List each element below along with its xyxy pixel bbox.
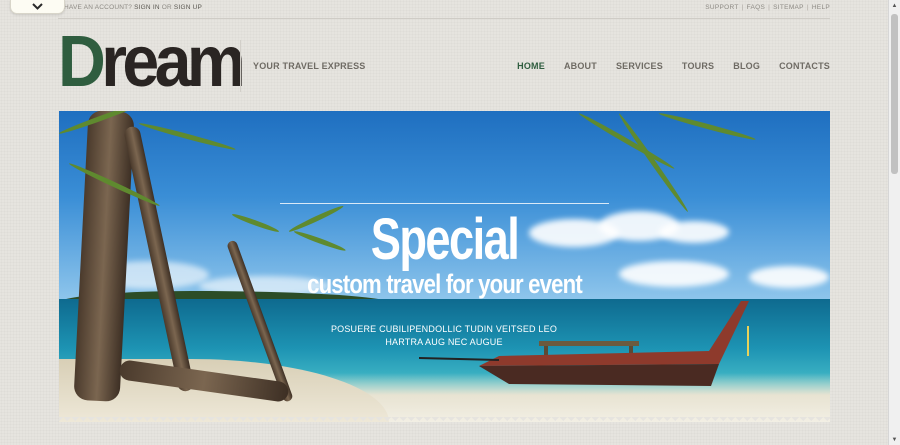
headline-rule [280,203,609,204]
scroll-down-arrow-icon[interactable]: ▼ [889,434,900,445]
logo-text: ream [101,22,246,102]
hero-title: Special [370,207,520,272]
or-text: OR [161,4,172,11]
site-tagline: YOUR TRAVEL EXPRESS [253,61,366,71]
site-logo[interactable]: Dream [58,26,246,98]
logo-initial: D [58,22,106,102]
hero-zigzag-edge [59,417,830,422]
nav-item-contacts[interactable]: CONTACTS [779,61,830,71]
nav-item-blog[interactable]: BLOG [733,61,760,71]
support-link[interactable]: SUPPORT [705,4,738,11]
nav-item-services[interactable]: SERVICES [616,61,663,71]
hero-body-line: POSUERE CUBILIPENDOLLIC TUDIN VEITSED LE… [330,324,558,334]
page-background: HAVE AN ACCOUNT? SIGN IN OR SIGN UP SUPP… [0,0,888,445]
hero-body-line: HARTRA AUG NEC AUGUE [385,337,503,347]
scroll-up-arrow-icon[interactable]: ▲ [889,0,900,11]
faqs-link[interactable]: FAQS [747,4,766,11]
boat-illustration [419,301,749,386]
scrollbar-thumb[interactable] [891,14,898,174]
nav-item-tours[interactable]: TOURS [682,61,714,71]
header-divider [240,40,241,92]
hero-subtitle: custom travel for your event [307,269,583,299]
hero-body: POSUERE CUBILIPENDOLLIC TUDIN VEITSED LE… [59,323,829,349]
help-link[interactable]: HELP [812,4,830,11]
top-divider [58,18,830,19]
account-prefix: HAVE AN ACCOUNT? [64,4,133,11]
nav-item-about[interactable]: ABOUT [564,61,597,71]
sign-up-link[interactable]: SIGN UP [174,4,202,11]
top-utility-bar: HAVE AN ACCOUNT? SIGN IN OR SIGN UP SUPP… [0,0,888,18]
panel-toggle-button[interactable] [10,0,65,14]
sitemap-link[interactable]: SITEMAP [773,4,804,11]
main-nav: HOME ABOUT SERVICES TOURS BLOG CONTACTS [517,61,830,71]
hero-banner: Special custom travel for your event POS… [59,111,830,422]
account-prompt: HAVE AN ACCOUNT? SIGN IN OR SIGN UP [64,4,202,11]
utility-links: SUPPORT | FAQS | SITEMAP | HELP [705,4,830,11]
vertical-scrollbar[interactable]: ▲ ▼ [888,0,900,445]
sign-in-link[interactable]: SIGN IN [134,4,160,11]
nav-item-home[interactable]: HOME [517,61,545,71]
chevron-down-icon [32,3,43,10]
